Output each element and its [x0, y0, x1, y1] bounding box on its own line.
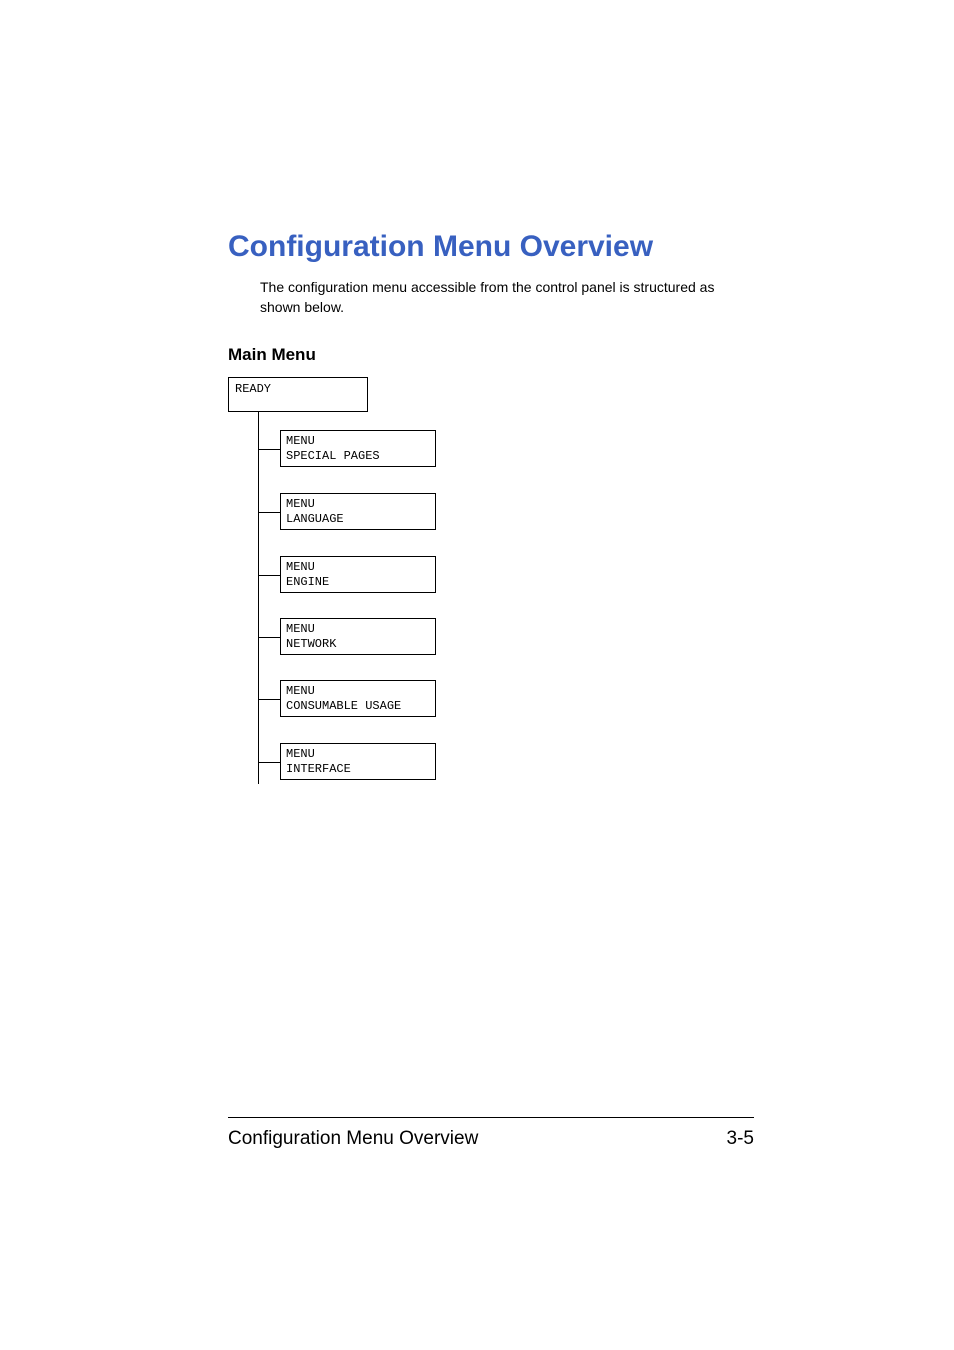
menu-line1: MENU	[286, 622, 430, 636]
menu-line2: ENGINE	[286, 575, 430, 589]
menu-line1: MENU	[286, 434, 430, 448]
menu-line2: CONSUMABLE USAGE	[286, 699, 430, 713]
intro-text: The configuration menu accessible from t…	[260, 278, 740, 317]
menu-item-special-pages: MENU SPECIAL PAGES	[280, 430, 436, 467]
menu-line2: SPECIAL PAGES	[286, 449, 430, 463]
menu-tree: READY MENU SPECIAL PAGES MENU LANGUAGE M…	[228, 377, 488, 817]
tree-connector	[258, 512, 280, 513]
page-footer: Configuration Menu Overview 3-5	[228, 1117, 754, 1150]
menu-item-engine: MENU ENGINE	[280, 556, 436, 593]
menu-line1: MENU	[286, 560, 430, 574]
menu-item-network: MENU NETWORK	[280, 618, 436, 655]
menu-line2: INTERFACE	[286, 762, 430, 776]
menu-line2: NETWORK	[286, 637, 430, 651]
footer-row: Configuration Menu Overview 3-5	[228, 1128, 754, 1150]
tree-connector	[258, 637, 280, 638]
menu-item-consumable-usage: MENU CONSUMABLE USAGE	[280, 680, 436, 717]
menu-item-language: MENU LANGUAGE	[280, 493, 436, 530]
tree-connector	[258, 699, 280, 700]
menu-line2: LANGUAGE	[286, 512, 430, 526]
tree-connector	[258, 575, 280, 576]
menu-line1: MENU	[286, 747, 430, 761]
tree-connector	[258, 449, 280, 450]
page: Configuration Menu Overview The configur…	[0, 0, 954, 1350]
tree-trunk	[258, 412, 259, 784]
menu-line1: MENU	[286, 497, 430, 511]
menu-item-interface: MENU INTERFACE	[280, 743, 436, 780]
tree-connector	[258, 762, 280, 763]
tree-root-box: READY	[228, 377, 368, 412]
footer-rule	[228, 1117, 754, 1118]
subheading: Main Menu	[228, 345, 754, 365]
page-heading: Configuration Menu Overview	[228, 230, 754, 264]
tree-connector	[258, 439, 259, 449]
menu-line1: MENU	[286, 684, 430, 698]
footer-title: Configuration Menu Overview	[228, 1128, 478, 1150]
footer-page-number: 3-5	[727, 1128, 754, 1150]
